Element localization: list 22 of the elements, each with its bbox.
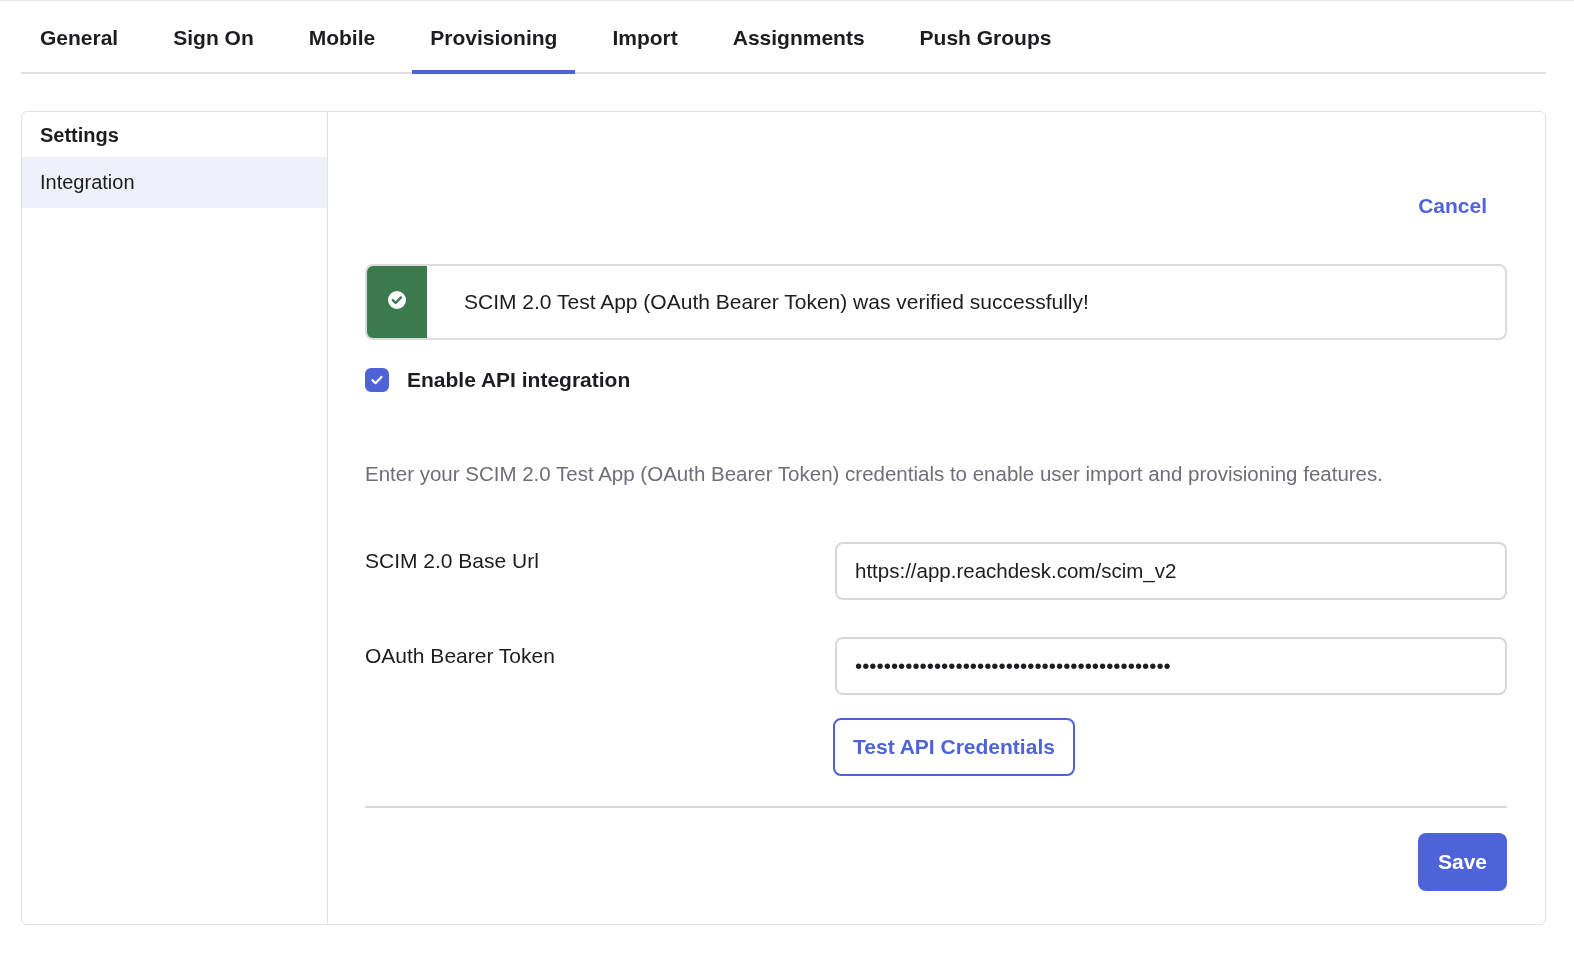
cancel-link[interactable]: Cancel: [1418, 194, 1487, 254]
tab[interactable]: Provisioning: [412, 1, 576, 74]
checkbox[interactable]: [365, 368, 389, 392]
check-circle-icon: [387, 290, 407, 310]
tab[interactable]: General: [22, 1, 137, 74]
tab[interactable]: Mobile: [290, 1, 394, 74]
tab[interactable]: Assignments: [714, 1, 883, 74]
test-credentials-button[interactable]: Test API Credentials: [833, 718, 1075, 776]
save-button[interactable]: Save: [1417, 833, 1507, 891]
tab[interactable]: Import: [594, 1, 696, 74]
field-label: SCIM 2.0 Base Url: [365, 548, 540, 573]
input-field[interactable]: https://app.reachdesk.com/scim_v2: [835, 542, 1507, 600]
description-text: Enter your SCIM 2.0 Test App (OAuth Bearer Token) credentials to enable user import and provisioning features.: [365, 462, 1384, 486]
checkbox-label: Enable API integration: [407, 368, 631, 392]
input-field[interactable]: ••••••••••••••••••••••••••••••••••••••••••••: [835, 637, 1507, 695]
check-icon: [370, 373, 384, 387]
success-message: SCIM 2.0 Test App (OAuth Bearer Token) was verified successfully!: [463, 290, 1089, 314]
sidebar-heading: Settings: [39, 123, 120, 148]
tab[interactable]: Push Groups: [901, 1, 1070, 74]
field-label: OAuth Bearer Token: [365, 643, 556, 668]
tab[interactable]: Sign On: [155, 1, 272, 74]
sidebar-item[interactable]: Integration: [22, 157, 327, 208]
